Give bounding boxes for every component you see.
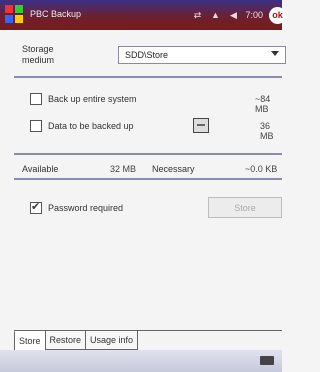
system-tray: ⇄ ▲ ◀ 7:00 ok (191, 6, 286, 24)
separator (14, 153, 282, 155)
app-title: PBC Backup (30, 9, 82, 19)
storage-label-line2: medium (22, 55, 55, 65)
signal-icon[interactable]: ▲ (209, 9, 221, 21)
data-backup-label: Data to be backed up (48, 121, 134, 131)
necessary-value: ~0.0 KB (245, 164, 278, 174)
available-label: Available (22, 164, 59, 174)
storage-label-line1: Storage (22, 44, 54, 54)
storage-medium-select[interactable]: SDD\Store (118, 46, 286, 64)
data-backup-checkbox[interactable] (30, 120, 42, 132)
tab-store[interactable]: Store (14, 331, 46, 351)
keyboard-icon[interactable] (260, 356, 274, 365)
browse-button[interactable] (193, 118, 209, 133)
clock[interactable]: 7:00 (245, 10, 263, 20)
tab-restore[interactable]: Restore (44, 331, 87, 350)
store-button[interactable]: Store (208, 197, 282, 218)
password-required-label: Password required (48, 203, 124, 213)
password-required-checkbox[interactable] (30, 200, 42, 214)
separator (14, 76, 282, 78)
available-value: 32 MB (110, 164, 137, 174)
backup-entire-label: Back up entire system (48, 94, 137, 104)
ok-button[interactable]: ok (269, 6, 286, 24)
backup-entire-checkbox[interactable] (30, 93, 42, 105)
windows-start-icon[interactable] (5, 5, 24, 24)
backup-entire-size: ~84 MB (255, 94, 271, 114)
tab-usage-info[interactable]: Usage info (85, 331, 139, 350)
storage-medium-value: SDD\Store (125, 50, 169, 60)
separator (14, 178, 282, 180)
necessary-label: Necessary (152, 164, 195, 174)
volume-icon[interactable]: ◀ (227, 9, 239, 21)
title-bar: PBC Backup ⇄ ▲ ◀ 7:00 ok (0, 0, 286, 30)
data-backup-size: 36 MB (260, 121, 274, 141)
menu-bar (0, 350, 282, 372)
chevron-down-icon (271, 51, 279, 56)
connectivity-icon[interactable]: ⇄ (191, 9, 203, 21)
tab-bar: Store Restore Usage info (14, 331, 139, 351)
